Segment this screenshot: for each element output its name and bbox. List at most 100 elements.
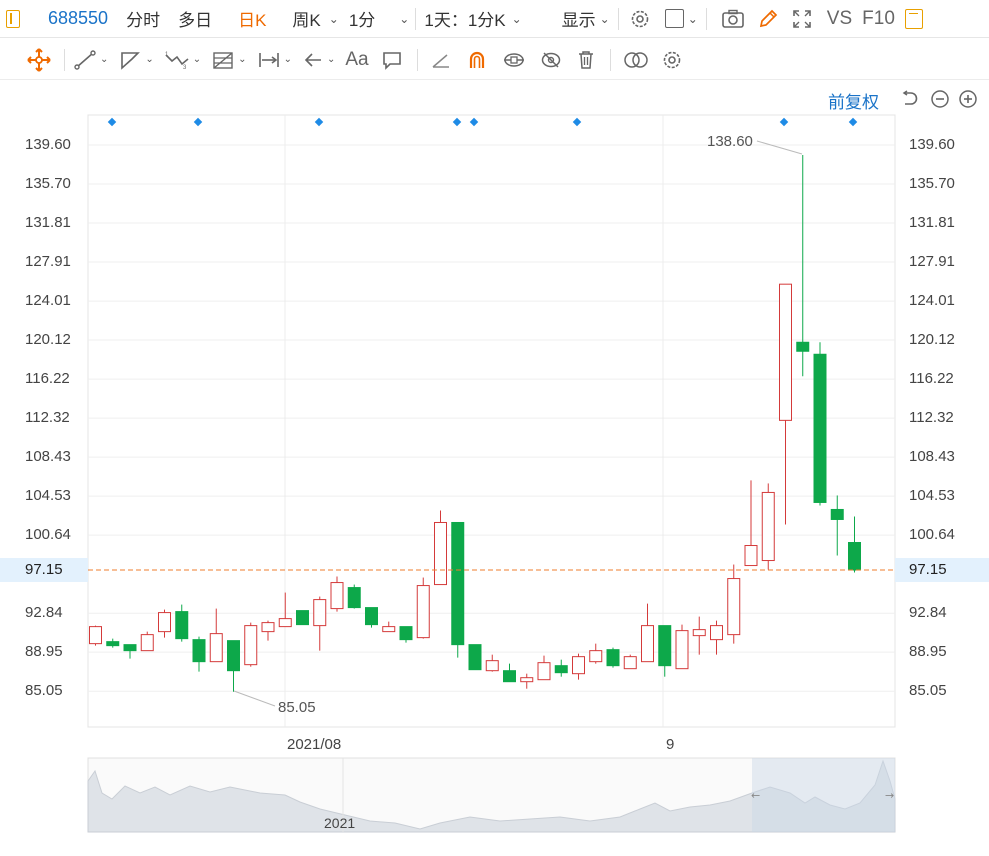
move-crosshair-icon[interactable] — [26, 47, 52, 73]
tab-minute[interactable]: 1分 ⌄ — [349, 6, 410, 31]
tab-period-select[interactable]: 1天：1分K ⌄ — [424, 6, 521, 31]
event-marker[interactable] — [779, 117, 789, 127]
stock-code[interactable]: 688550 — [48, 8, 108, 29]
candle-body[interactable] — [727, 578, 741, 636]
candle-body[interactable] — [365, 607, 378, 626]
shape-tool[interactable]: ⌄ — [118, 49, 154, 71]
candle-body[interactable] — [192, 639, 206, 663]
candle-body[interactable] — [710, 625, 723, 641]
panel-right-icon[interactable] — [904, 8, 923, 29]
arrow-tool[interactable]: ⌄ — [302, 49, 335, 71]
tab-intraday[interactable]: 分时 — [126, 6, 160, 31]
tab-daily-k[interactable]: 日K — [238, 6, 266, 31]
candle-body[interactable] — [209, 633, 223, 663]
candlestick-chart[interactable]: 138.60 85.05 2021/08 9 ← → 2021 — [0, 81, 989, 856]
candle-body[interactable] — [106, 641, 120, 647]
fib-tool[interactable]: ⌄ — [211, 49, 247, 71]
candle-body[interactable] — [485, 660, 499, 672]
event-marker[interactable] — [193, 117, 203, 127]
candle-body[interactable] — [813, 353, 827, 503]
candle-body[interactable] — [278, 618, 292, 628]
candle-body[interactable] — [261, 622, 275, 633]
candle-body[interactable] — [658, 625, 672, 667]
navigator-right-handle-icon[interactable]: → — [885, 789, 894, 802]
event-marker[interactable] — [848, 117, 858, 127]
magnet-icon[interactable] — [466, 49, 488, 71]
candle-body[interactable] — [537, 662, 551, 681]
kline-chart-area[interactable]: 前复权 138.60 85.05 2021/08 9 ← → 2021 139.… — [0, 81, 989, 856]
event-marker[interactable] — [452, 117, 462, 127]
y-axis-tick-right: 131.81 — [909, 214, 955, 231]
candle-body[interactable] — [382, 626, 396, 633]
candle-body[interactable] — [675, 630, 689, 670]
candle-body[interactable] — [434, 521, 447, 586]
candle-body[interactable] — [779, 283, 792, 421]
candle-body[interactable] — [227, 640, 240, 672]
candle-body[interactable] — [451, 521, 465, 646]
navigator-left-handle-icon[interactable]: ← — [751, 789, 760, 802]
candle-body[interactable] — [520, 677, 534, 683]
candle-body[interactable] — [796, 341, 810, 352]
navigator-selection[interactable] — [752, 758, 895, 832]
candle-body[interactable] — [761, 491, 775, 562]
panel-toggle-icon[interactable] — [6, 9, 20, 28]
candle-body[interactable] — [140, 634, 154, 652]
candle-body[interactable] — [641, 625, 654, 663]
display-menu[interactable]: 显示 ⌄ — [562, 6, 610, 31]
event-marker[interactable] — [572, 117, 582, 127]
settings-gear-icon[interactable] — [629, 8, 651, 30]
overlay-compare-icon[interactable] — [623, 49, 649, 71]
candle-body[interactable] — [554, 665, 568, 674]
candle-body[interactable] — [347, 587, 361, 609]
vs-button[interactable]: VS — [827, 8, 852, 30]
camera-icon[interactable] — [721, 9, 745, 29]
event-marker[interactable] — [314, 117, 324, 127]
lock-link-icon[interactable] — [502, 49, 526, 71]
candle-body[interactable] — [623, 656, 637, 670]
candle-body[interactable] — [123, 644, 137, 652]
candle-body[interactable] — [744, 545, 758, 567]
candle-body[interactable] — [244, 625, 258, 666]
pencil-icon[interactable] — [757, 8, 779, 30]
candle-body[interactable] — [848, 542, 861, 571]
angle-ruler-icon[interactable] — [430, 49, 452, 71]
comment-bubble-icon[interactable] — [381, 49, 403, 71]
candle-body[interactable] — [572, 656, 585, 675]
candle-body[interactable] — [175, 611, 189, 640]
settings-gear-icon[interactable] — [661, 49, 683, 71]
candle-body[interactable] — [89, 626, 102, 645]
polygon-icon — [121, 51, 141, 70]
event-marker[interactable] — [469, 117, 479, 127]
chevron-down-icon: ⌄ — [399, 11, 410, 26]
y-axis-tick-left: 108.43 — [25, 448, 71, 466]
trash-icon[interactable] — [576, 49, 596, 71]
square-box-icon[interactable] — [664, 9, 684, 28]
divider — [609, 48, 611, 71]
fullscreen-icon[interactable] — [791, 8, 813, 30]
line-tool[interactable]: ⌄ — [73, 49, 108, 71]
text-tool-button[interactable]: Aa — [345, 49, 368, 71]
candle-body[interactable] — [606, 649, 620, 667]
chevron-down-icon[interactable]: ⌄ — [688, 12, 698, 26]
hide-eye-icon[interactable] — [540, 49, 562, 71]
candle-body[interactable] — [589, 650, 603, 663]
tab-multiday[interactable]: 多日 — [178, 6, 212, 31]
measure-tool[interactable]: ⌄ — [257, 49, 292, 71]
tab-weekly-k[interactable]: 周K ⌄ — [292, 6, 338, 31]
y-axis-tick-right: 104.53 — [909, 487, 955, 505]
candle-body[interactable] — [296, 610, 309, 626]
candle-body[interactable] — [830, 508, 844, 520]
candle-body[interactable] — [399, 626, 413, 641]
candle-body[interactable] — [313, 599, 327, 627]
candle-body[interactable] — [692, 629, 706, 637]
event-marker[interactable] — [107, 117, 117, 127]
f10-button[interactable]: F10 — [862, 8, 895, 30]
candle-body[interactable] — [503, 670, 516, 683]
wave-tool[interactable]: 1 3 ⌄ — [164, 49, 201, 71]
candle-body[interactable] — [416, 585, 430, 639]
candle-body[interactable] — [468, 644, 482, 671]
chevron-down-icon: ⌄ — [192, 54, 202, 65]
candle-body[interactable] — [158, 612, 171, 633]
y-axis-tick-left: 120.12 — [25, 331, 71, 349]
candle-body[interactable] — [330, 582, 344, 610]
